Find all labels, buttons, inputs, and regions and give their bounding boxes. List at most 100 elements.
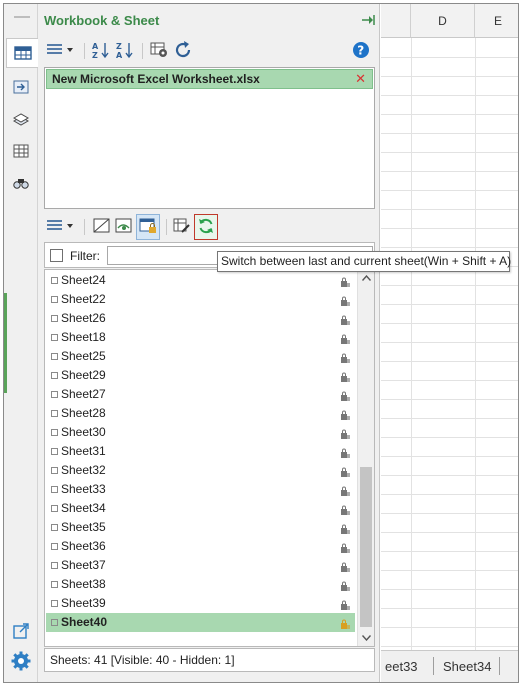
- column-header-e[interactable]: E: [475, 4, 518, 38]
- sheet-visible-checkbox[interactable]: [51, 524, 58, 531]
- scroll-thumb[interactable]: [360, 467, 372, 627]
- sheet-tab[interactable]: eet33: [385, 657, 418, 677]
- sheet-visible-checkbox[interactable]: [51, 277, 58, 284]
- gear-icon[interactable]: [10, 650, 32, 672]
- sheet-visible-checkbox[interactable]: [51, 486, 58, 493]
- sheet-row[interactable]: Sheet24: [46, 271, 355, 290]
- sheet-name: Sheet27: [61, 387, 106, 401]
- grid-row-line: [381, 171, 518, 172]
- toolbar-separator: [84, 219, 85, 235]
- sheet-row[interactable]: Sheet37: [46, 556, 355, 575]
- sheet-menu-button[interactable]: [44, 216, 78, 238]
- refresh-button[interactable]: [172, 40, 194, 62]
- menu-icon: [46, 219, 76, 236]
- sheet-row[interactable]: Sheet36: [46, 537, 355, 556]
- sheet-visible-checkbox[interactable]: [51, 391, 58, 398]
- sheet-visible-checkbox[interactable]: [51, 372, 58, 379]
- grid-row-line: [381, 399, 518, 400]
- sheet-name: Sheet37: [61, 558, 106, 572]
- workbook-sheet-icon[interactable]: [6, 38, 38, 68]
- sheet-row[interactable]: Sheet30: [46, 423, 355, 442]
- sheet-name: Sheet35: [61, 520, 106, 534]
- sheet-row[interactable]: Sheet29: [46, 366, 355, 385]
- column-header-partial[interactable]: [381, 4, 411, 38]
- pin-icon[interactable]: [361, 14, 375, 29]
- help-button[interactable]: ?: [350, 40, 372, 62]
- sheet-name: Sheet18: [61, 330, 106, 344]
- sheet-visible-checkbox[interactable]: [51, 448, 58, 455]
- sort-az-button[interactable]: AZ: [90, 40, 112, 62]
- protect-sheet-button[interactable]: [136, 214, 160, 240]
- sheet-settings-icon: [150, 42, 168, 61]
- scroll-down-icon[interactable]: [358, 630, 374, 646]
- sheet-visible-checkbox[interactable]: [51, 353, 58, 360]
- svg-text:Z: Z: [92, 51, 98, 59]
- sort-za-icon: ZA: [115, 41, 135, 62]
- popout-icon[interactable]: [10, 620, 32, 642]
- switch-sheet-button[interactable]: [194, 214, 218, 240]
- grid-row-line: [381, 608, 518, 609]
- sheet-row[interactable]: Sheet31: [46, 442, 355, 461]
- sort-za-button[interactable]: ZA: [114, 40, 136, 62]
- sheet-visible-checkbox[interactable]: [51, 467, 58, 474]
- close-icon[interactable]: ✕: [355, 70, 366, 88]
- edit-sheet-button[interactable]: [172, 216, 192, 238]
- filter-checkbox[interactable]: [50, 249, 63, 262]
- grid-row-line: [381, 532, 518, 533]
- sheet-tab[interactable]: Sheet34: [443, 657, 491, 677]
- sheet-list-scrollbar[interactable]: [357, 270, 374, 646]
- unhide-sheet-button[interactable]: [114, 216, 134, 238]
- sheet-visible-checkbox[interactable]: [51, 600, 58, 607]
- sheet-visible-checkbox[interactable]: [51, 334, 58, 341]
- sheet-row[interactable]: Sheet32: [46, 461, 355, 480]
- sheet-row[interactable]: Sheet39: [46, 594, 355, 613]
- sheet-row[interactable]: Sheet28: [46, 404, 355, 423]
- table-icon[interactable]: [10, 140, 32, 162]
- sheet-name: Sheet29: [61, 368, 106, 382]
- sheet-row[interactable]: Sheet35: [46, 518, 355, 537]
- layers-icon[interactable]: [10, 108, 32, 130]
- sheet-row[interactable]: Sheet25: [46, 347, 355, 366]
- sheet-visible-checkbox[interactable]: [51, 296, 58, 303]
- workbook-item[interactable]: New Microsoft Excel Worksheet.xlsx ✕: [46, 69, 373, 89]
- sheet-row[interactable]: Sheet22: [46, 290, 355, 309]
- unhide-icon: [115, 218, 133, 237]
- find-icon[interactable]: [10, 172, 32, 194]
- resize-handle[interactable]: [4, 293, 7, 393]
- hide-sheet-button[interactable]: [92, 216, 112, 238]
- grid-row-line: [381, 228, 518, 229]
- sheet-row[interactable]: Sheet18: [46, 328, 355, 347]
- navigation-icon[interactable]: [10, 76, 32, 98]
- sheet-visible-checkbox[interactable]: [51, 619, 58, 626]
- sheet-visible-checkbox[interactable]: [51, 505, 58, 512]
- sheet-name: Sheet32: [61, 463, 106, 477]
- sheet-settings-button[interactable]: [148, 40, 170, 62]
- sheet-row[interactable]: Sheet38: [46, 575, 355, 594]
- menu-button[interactable]: [44, 40, 78, 62]
- sheet-visible-checkbox[interactable]: [51, 581, 58, 588]
- toolbar-separator: [166, 219, 167, 235]
- sheet-visible-checkbox[interactable]: [51, 429, 58, 436]
- app-frame: Workbook & Sheet AZ ZA ? New Microsoft E…: [3, 3, 519, 683]
- sheet-row[interactable]: Sheet34: [46, 499, 355, 518]
- grid-row-line: [381, 342, 518, 343]
- sheet-row[interactable]: Sheet33: [46, 480, 355, 499]
- grid-row-line: [381, 627, 518, 628]
- svg-text:A: A: [116, 51, 123, 59]
- sheet-row[interactable]: Sheet26: [46, 309, 355, 328]
- scroll-up-icon[interactable]: [358, 270, 374, 286]
- grid-row-line: [381, 646, 518, 647]
- grid-row-line: [381, 209, 518, 210]
- grid-row-line: [381, 456, 518, 457]
- grid-row-line: [381, 380, 518, 381]
- sheet-visible-checkbox[interactable]: [51, 315, 58, 322]
- sheet-visible-checkbox[interactable]: [51, 543, 58, 550]
- sheet-row[interactable]: Sheet27: [46, 385, 355, 404]
- sheet-row[interactable]: Sheet40: [46, 613, 355, 632]
- column-header-d[interactable]: D: [411, 4, 475, 38]
- workbook-sheet-pane: Workbook & Sheet AZ ZA ? New Microsoft E…: [38, 4, 380, 682]
- sheet-name: Sheet34: [61, 501, 106, 515]
- sheet-visible-checkbox[interactable]: [51, 410, 58, 417]
- grid-row-line: [381, 494, 518, 495]
- sheet-visible-checkbox[interactable]: [51, 562, 58, 569]
